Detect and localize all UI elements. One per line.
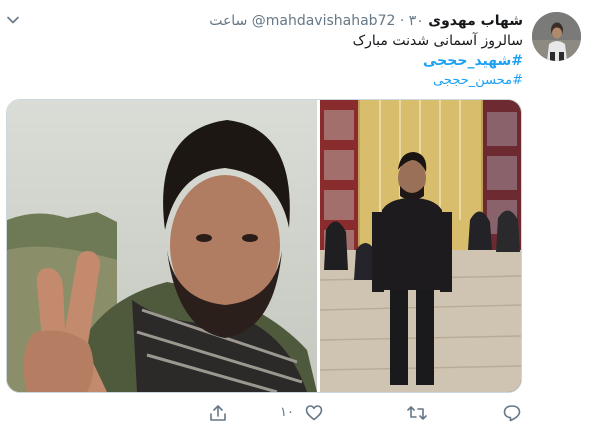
like-count: ۱۰ xyxy=(280,405,294,420)
author-handle[interactable]: @mahdavishahab72 xyxy=(252,13,396,29)
tweet-actions: ۱۰ xyxy=(200,403,530,425)
hashtag-link[interactable]: #شهید_حججی xyxy=(423,51,523,71)
chevron-down-icon[interactable] xyxy=(6,12,20,26)
share-icon[interactable] xyxy=(208,403,228,425)
photo-shrine[interactable] xyxy=(319,100,521,392)
photo-selfie[interactable] xyxy=(7,100,317,392)
tweet-header: شهاب مهدوی @mahdavishahab72 · ۳۰ ساعت xyxy=(209,11,523,31)
tweet-text: سالروز آسمانی شدنت مبارک xyxy=(352,33,523,49)
separator-dot: · xyxy=(399,13,405,29)
tweet: شهاب مهدوی @mahdavishahab72 · ۳۰ ساعت سا… xyxy=(0,0,590,430)
hashtag-link[interactable]: #محسن_حججی xyxy=(433,71,523,91)
author-name[interactable]: شهاب مهدوی xyxy=(428,13,523,29)
avatar[interactable] xyxy=(532,12,581,61)
retweet-icon[interactable] xyxy=(406,403,428,425)
heart-icon[interactable] xyxy=(304,403,324,425)
media-grid xyxy=(6,99,522,393)
reply-icon[interactable] xyxy=(502,403,522,425)
